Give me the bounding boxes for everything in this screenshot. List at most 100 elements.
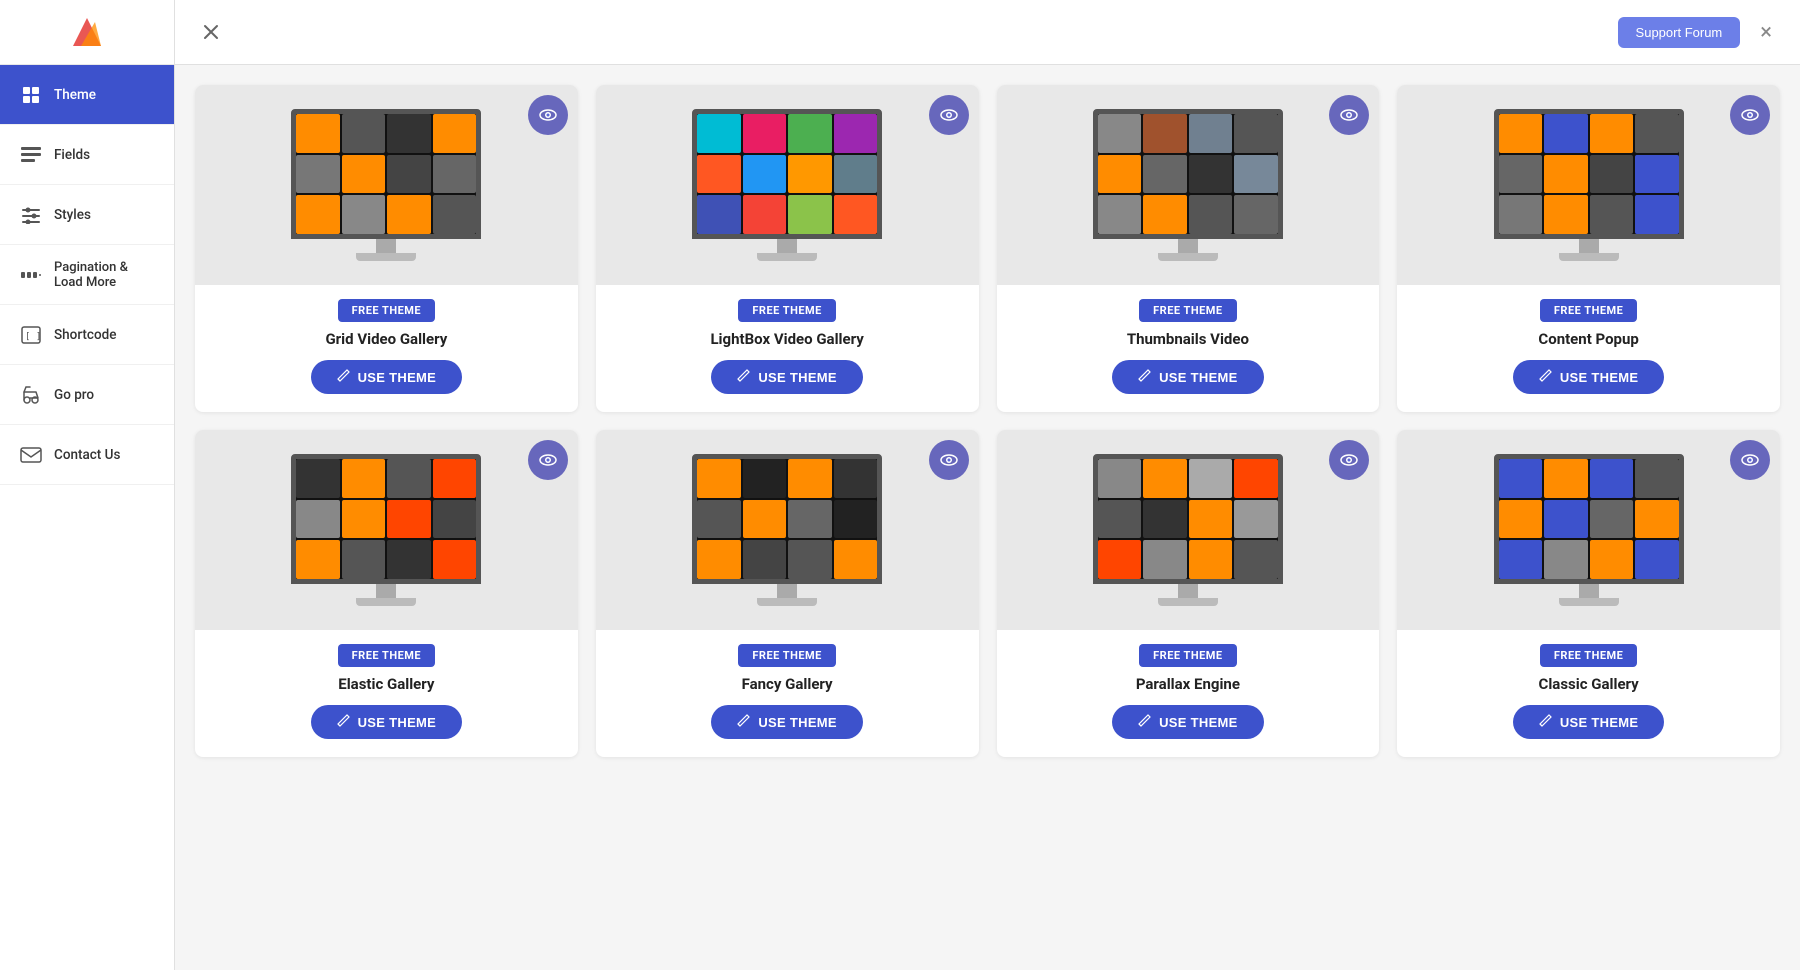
screen-cell xyxy=(1635,540,1679,579)
main-close-button[interactable]: × xyxy=(1752,16,1780,49)
screen-cell xyxy=(1635,155,1679,194)
screen-cell xyxy=(1544,155,1588,194)
theme-card-classic-gallery: FREE THEME Classic Gallery USE THEME xyxy=(1397,430,1780,757)
screen-cell xyxy=(433,114,477,153)
preview-eye-button[interactable] xyxy=(929,95,969,135)
screen-cell xyxy=(1544,459,1588,498)
theme-card-content-popup: FREE THEME Content Popup USE THEME xyxy=(1397,85,1780,412)
card-title: Parallax Engine xyxy=(1136,675,1240,693)
monitor-screen xyxy=(692,454,882,584)
screen-cell xyxy=(788,195,832,234)
screen-cell xyxy=(1635,500,1679,539)
free-badge: FREE THEME xyxy=(1540,644,1638,667)
screen-cell xyxy=(1590,500,1634,539)
screen-cell xyxy=(1544,195,1588,234)
sidebar-item-contact[interactable]: Contact Us xyxy=(0,425,174,485)
monitor-neck xyxy=(376,239,396,253)
free-badge: FREE THEME xyxy=(338,299,436,322)
sidebar-item-shortcode[interactable]: [ ] Shortcode xyxy=(0,305,174,365)
screen-cell xyxy=(1098,155,1142,194)
screen-cell xyxy=(342,540,386,579)
card-title: LightBox Video Gallery xyxy=(710,330,863,348)
screen-cell xyxy=(1189,195,1233,234)
sidebar-item-theme[interactable]: Theme xyxy=(0,65,174,125)
preview-eye-button[interactable] xyxy=(1730,440,1770,480)
screen-inner xyxy=(296,114,476,234)
screen-cell xyxy=(1590,195,1634,234)
monitor-neck xyxy=(1579,584,1599,598)
monitor-screen xyxy=(291,454,481,584)
screen-cell xyxy=(1590,155,1634,194)
screen-cell xyxy=(834,155,878,194)
screen-cell xyxy=(433,155,477,194)
monitor-base xyxy=(356,598,416,606)
monitor-base xyxy=(1559,598,1619,606)
themes-content: FREE THEME Grid Video Gallery USE THEME xyxy=(175,65,1800,970)
sidebar-item-pagination-label: Pagination & Load More xyxy=(54,260,156,290)
use-theme-button[interactable]: USE THEME xyxy=(711,360,863,394)
pencil-icon xyxy=(737,714,750,730)
screen-cell xyxy=(1635,195,1679,234)
sidebar-item-shortcode-label: Shortcode xyxy=(54,327,116,343)
app-logo[interactable] xyxy=(0,0,174,65)
screen-cell xyxy=(1234,540,1278,579)
card-preview xyxy=(195,85,578,285)
topbar: Support Forum × xyxy=(175,0,1800,65)
monitor xyxy=(291,109,481,261)
use-theme-button[interactable]: USE THEME xyxy=(1513,705,1665,739)
screen-cell xyxy=(1189,500,1233,539)
screen-cell xyxy=(433,459,477,498)
monitor-neck xyxy=(777,239,797,253)
monitor-base xyxy=(757,253,817,261)
theme-card-fancy-gallery: FREE THEME Fancy Gallery USE THEME xyxy=(596,430,979,757)
screen-cell xyxy=(788,500,832,539)
use-theme-label: USE THEME xyxy=(1159,715,1238,730)
monitor-screen xyxy=(291,109,481,239)
preview-eye-button[interactable] xyxy=(528,440,568,480)
screen-cell xyxy=(296,540,340,579)
screen-cell xyxy=(697,155,741,194)
free-badge: FREE THEME xyxy=(738,644,836,667)
monitor-base xyxy=(356,253,416,261)
use-theme-label: USE THEME xyxy=(1560,370,1639,385)
screen-cell xyxy=(342,459,386,498)
topbar-close-button[interactable] xyxy=(195,16,227,48)
use-theme-button[interactable]: USE THEME xyxy=(311,360,463,394)
free-badge: FREE THEME xyxy=(738,299,836,322)
preview-eye-button[interactable] xyxy=(1329,95,1369,135)
screen-cell xyxy=(743,459,787,498)
use-theme-button[interactable]: USE THEME xyxy=(1112,360,1264,394)
preview-eye-button[interactable] xyxy=(528,95,568,135)
screen-inner xyxy=(1499,459,1679,579)
monitor xyxy=(1494,454,1684,606)
sidebar-item-contact-label: Contact Us xyxy=(54,447,120,463)
card-preview xyxy=(997,430,1380,630)
screen-cell xyxy=(834,459,878,498)
screen-cell xyxy=(788,155,832,194)
preview-eye-button[interactable] xyxy=(1329,440,1369,480)
screen-cell xyxy=(296,114,340,153)
sidebar-item-gopro[interactable]: Go pro xyxy=(0,365,174,425)
free-badge: FREE THEME xyxy=(1540,299,1638,322)
screen-cell xyxy=(743,195,787,234)
use-theme-button[interactable]: USE THEME xyxy=(311,705,463,739)
use-theme-button[interactable]: USE THEME xyxy=(1112,705,1264,739)
preview-eye-button[interactable] xyxy=(929,440,969,480)
screen-cell xyxy=(387,195,431,234)
theme-card-parallax-engine: FREE THEME Parallax Engine USE THEME xyxy=(997,430,1380,757)
screen-cell xyxy=(788,114,832,153)
preview-eye-button[interactable] xyxy=(1730,95,1770,135)
use-theme-button[interactable]: USE THEME xyxy=(1513,360,1665,394)
use-theme-button[interactable]: USE THEME xyxy=(711,705,863,739)
support-forum-button[interactable]: Support Forum xyxy=(1618,17,1741,48)
sidebar-item-styles[interactable]: Styles xyxy=(0,185,174,245)
theme-card-grid-video-gallery: FREE THEME Grid Video Gallery USE THEME xyxy=(195,85,578,412)
screen-cell xyxy=(1499,114,1543,153)
screen-cell xyxy=(1234,500,1278,539)
screen-cell xyxy=(296,500,340,539)
card-title: Content Popup xyxy=(1538,330,1638,348)
sidebar-item-pagination[interactable]: Pagination & Load More xyxy=(0,245,174,305)
sidebar-item-fields[interactable]: Fields xyxy=(0,125,174,185)
use-theme-label: USE THEME xyxy=(1560,715,1639,730)
pencil-icon xyxy=(1138,714,1151,730)
